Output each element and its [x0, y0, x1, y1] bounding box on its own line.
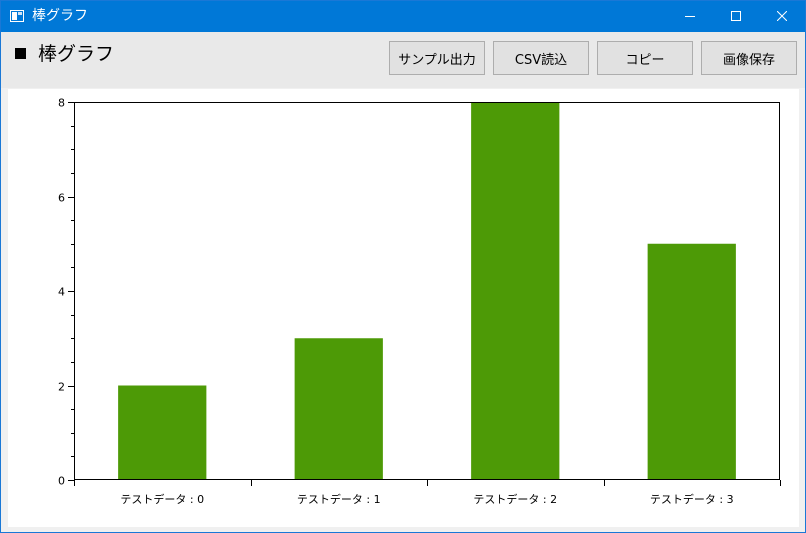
x-tick-label-0: テストデータ : 0	[120, 492, 204, 506]
y-tick-label: 8	[58, 97, 65, 110]
bar-1	[294, 338, 383, 480]
bar-2	[471, 102, 560, 480]
maximize-icon	[731, 11, 741, 21]
close-icon	[777, 11, 787, 21]
save-image-button[interactable]: 画像保存	[701, 41, 797, 75]
x-tick-label-3: テストデータ : 3	[650, 492, 734, 506]
y-tick-label: 0	[58, 475, 65, 488]
app-window-icon	[10, 10, 24, 22]
y-tick-label: 4	[58, 286, 65, 299]
window-title: 棒グラフ	[32, 8, 88, 24]
toolbar: 棒グラフ サンプル出力 CSV読込 コピー 画像保存	[1, 32, 805, 88]
chart-heading: 棒グラフ	[38, 43, 115, 65]
title-bar[interactable]: 棒グラフ	[1, 1, 805, 32]
close-button[interactable]	[759, 1, 805, 32]
sample-output-button[interactable]: サンプル出力	[389, 41, 485, 75]
csv-load-button[interactable]: CSV読込	[493, 41, 589, 75]
square-icon	[15, 48, 26, 59]
minimize-button[interactable]	[667, 1, 713, 32]
bar-0	[118, 385, 207, 480]
minimize-icon	[685, 16, 695, 17]
y-tick-label: 2	[58, 381, 65, 394]
y-tick-label: 6	[58, 192, 65, 205]
app-window: 棒グラフ 棒グラフ サンプル出力 CSV読込 コピー 画像保存 0 2 4 6 8 テスト…	[0, 0, 806, 533]
bar-chart: 0 2 4 6 8 テストデータ : 0 テストデータ : 1 テストデータ : 2 テストデー…	[58, 97, 781, 506]
chart-area: 0 2 4 6 8 テストデータ : 0 テストデータ : 1 テストデータ : 2 テストデー…	[8, 89, 799, 527]
maximize-button[interactable]	[713, 1, 759, 32]
copy-button[interactable]: コピー	[597, 41, 693, 75]
bar-3	[647, 243, 736, 480]
x-tick-label-1: テストデータ : 1	[297, 492, 381, 506]
x-tick-label-2: テストデータ : 2	[473, 492, 557, 506]
